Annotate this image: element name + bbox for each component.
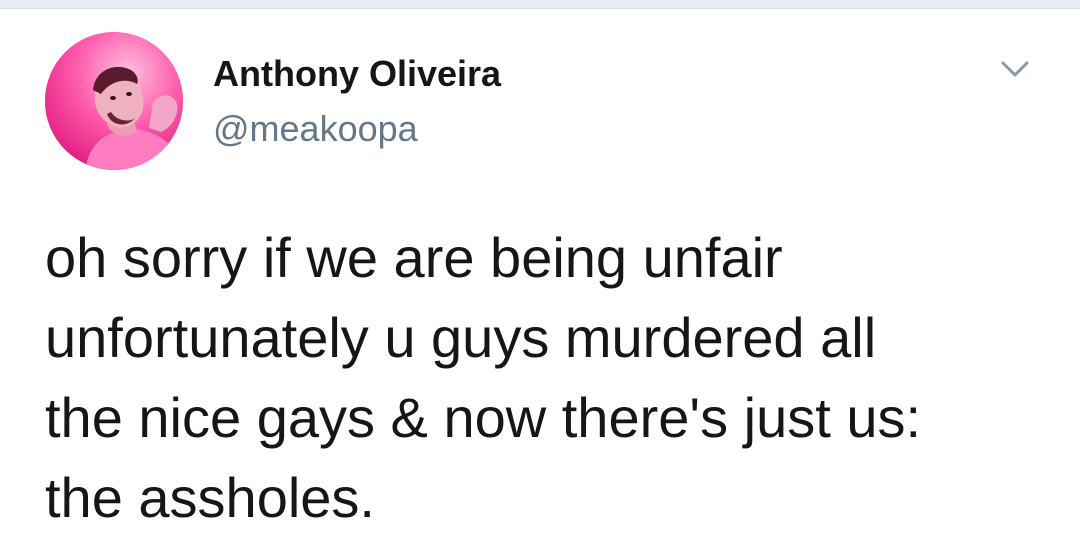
user-handle[interactable]: @meakoopa — [213, 108, 418, 150]
tweet-text-line: unfortunately u guys murdered all — [45, 306, 877, 369]
avatar[interactable] — [45, 32, 183, 170]
avatar-photo-icon — [45, 32, 183, 170]
tweet-card: Anthony Oliveira @meakoopa oh sorry if w… — [0, 9, 1080, 549]
display-name[interactable]: Anthony Oliveira — [213, 53, 501, 95]
tweet-text-line: the assholes. — [45, 466, 375, 529]
top-divider — [0, 0, 1080, 9]
chevron-down-icon — [1001, 61, 1029, 77]
tweet-text-line: oh sorry if we are being unfair — [45, 226, 783, 289]
tweet-menu-button[interactable] — [995, 54, 1035, 84]
tweet-text: oh sorry if we are being unfair unfortun… — [45, 218, 1045, 538]
tweet-text-line: the nice gays & now there's just us: — [45, 386, 922, 449]
